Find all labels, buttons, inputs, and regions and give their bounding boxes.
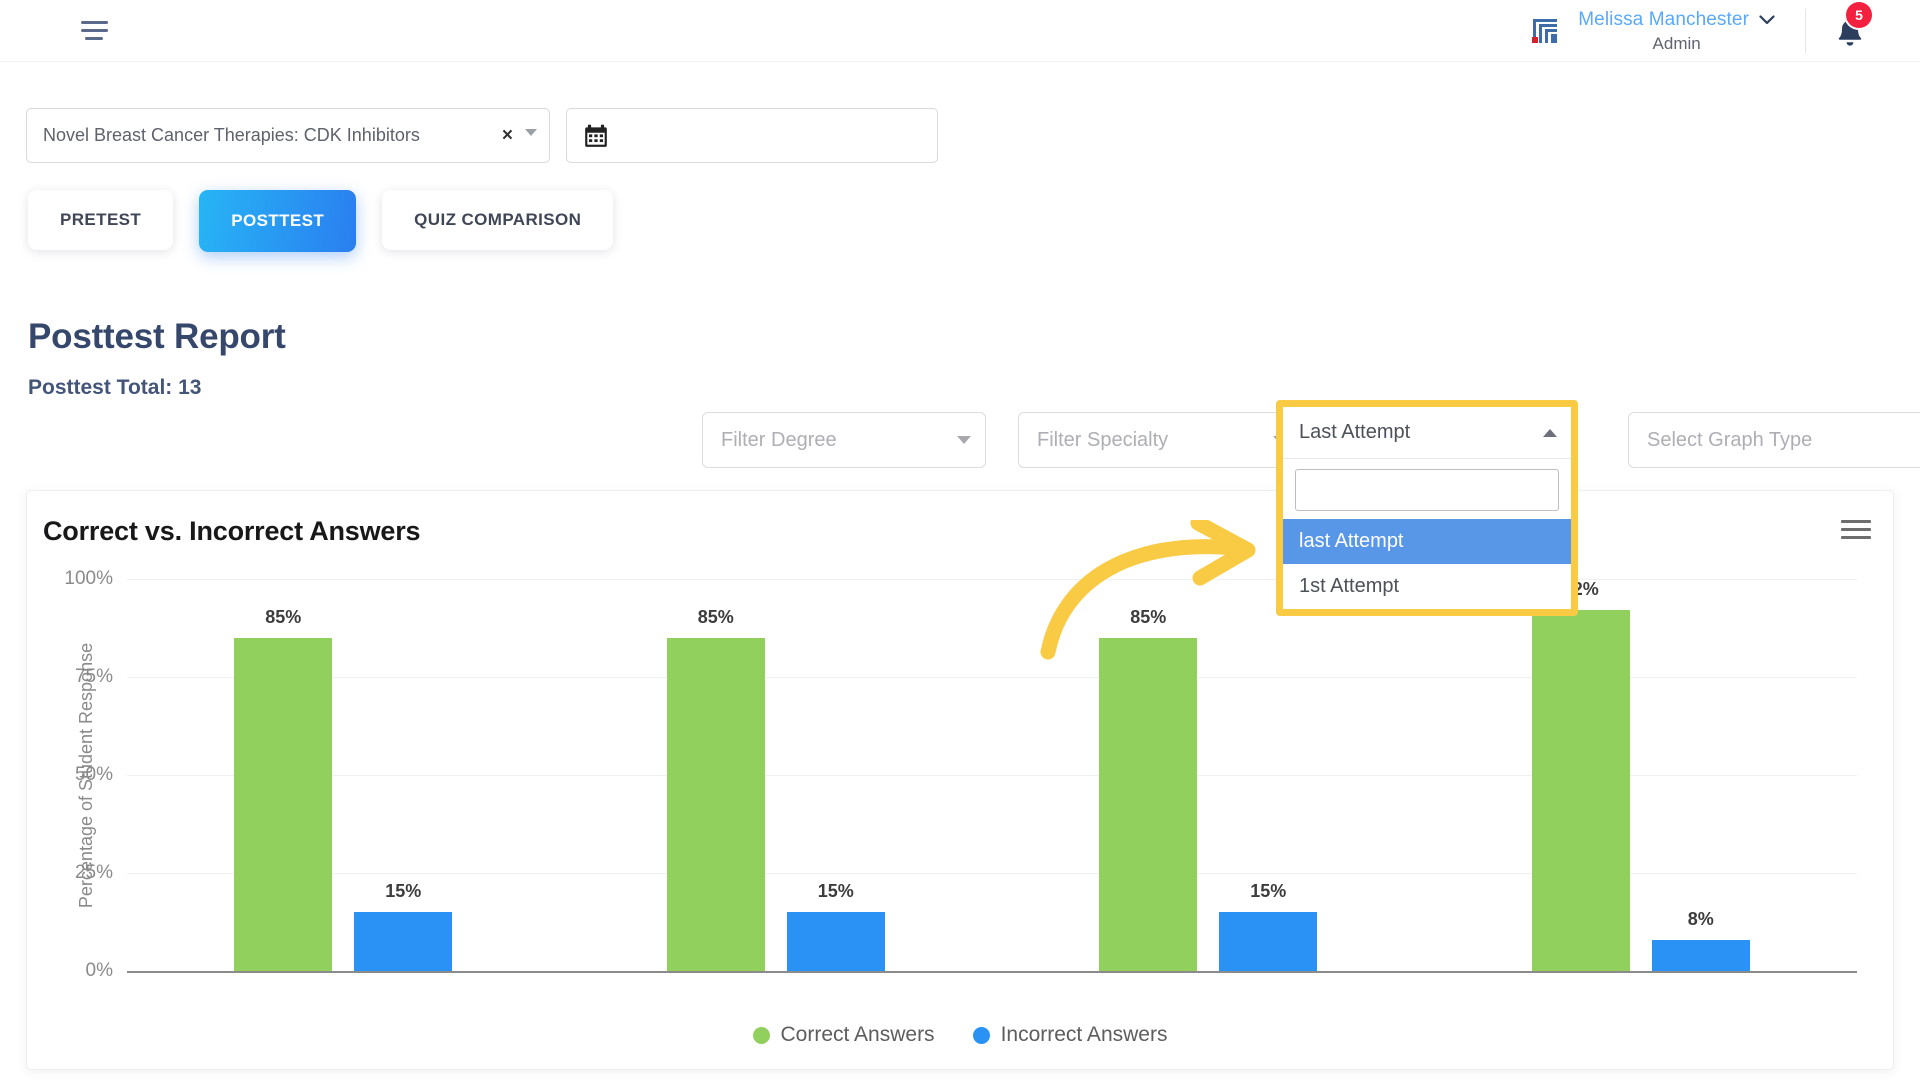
attempt-option-label: last Attempt xyxy=(1299,530,1404,552)
date-range-picker[interactable] xyxy=(566,108,938,163)
legend-color-swatch xyxy=(752,1026,770,1044)
filter-specialty-placeholder: Filter Specialty xyxy=(1037,428,1169,451)
course-select-value: Novel Breast Cancer Therapies: CDK Inhib… xyxy=(43,125,420,145)
bar-q1-correct[interactable] xyxy=(234,637,333,971)
filter-degree-select[interactable]: Filter Degree xyxy=(702,412,986,468)
filter-degree-placeholder: Filter Degree xyxy=(721,428,837,451)
legend-color-swatch xyxy=(972,1026,990,1044)
user-menu[interactable]: Melissa Manchester Admin xyxy=(1578,8,1779,54)
page-title: Posttest Report xyxy=(28,317,286,356)
top-filter-row: Novel Breast Cancer Therapies: CDK Inhib… xyxy=(26,108,938,163)
select-graph-type[interactable]: Select Graph Type xyxy=(1628,412,1920,468)
bar-q4-incorrect[interactable] xyxy=(1651,939,1750,971)
bar-q2-correct[interactable] xyxy=(666,637,765,971)
legend-item-correct[interactable]: Correct Answers xyxy=(752,1023,935,1047)
attempt-filter-toggle[interactable]: Last Attempt xyxy=(1283,407,1571,459)
legend-label: Correct Answers xyxy=(780,1023,935,1046)
hamburger-bar xyxy=(85,36,103,40)
bar-value-label: 85% xyxy=(1130,606,1167,627)
bar-value-label: 8% xyxy=(1687,908,1714,929)
top-bar-divider xyxy=(1805,9,1806,53)
chevron-down-icon[interactable] xyxy=(525,128,537,136)
x-axis-line xyxy=(127,971,1857,973)
chart-card: Correct vs. Incorrect Answers Percentage… xyxy=(26,490,1894,1080)
report-tabs: PRETEST POSTTEST QUIZ COMPARISON xyxy=(28,190,614,252)
legend-label: Incorrect Answers xyxy=(1000,1023,1168,1046)
top-bar-right: Melissa Manchester Admin 5 xyxy=(1530,0,1920,62)
chart-menu-icon[interactable] xyxy=(1841,520,1871,539)
top-bar: Melissa Manchester Admin 5 xyxy=(0,0,1920,62)
bar-value-label: 85% xyxy=(697,606,734,627)
bar-q4-correct[interactable] xyxy=(1531,610,1630,971)
y-axis-tick: 75% xyxy=(74,666,113,687)
brand-logo-icon xyxy=(1532,19,1558,43)
hamburger-bar xyxy=(80,20,108,24)
chevron-down-icon xyxy=(957,436,971,444)
bar-value-label: 15% xyxy=(817,881,854,902)
attempt-filter-value: Last Attempt xyxy=(1299,421,1411,443)
chart-legend: Correct Answers Incorrect Answers xyxy=(27,1023,1893,1047)
attempt-option-label: 1st Attempt xyxy=(1299,575,1400,597)
user-role: Admin xyxy=(1652,33,1701,53)
y-axis-tick: 0% xyxy=(85,960,113,981)
tab-pretest[interactable]: PRETEST xyxy=(28,190,174,250)
y-axis-tick: 25% xyxy=(74,862,113,883)
bar-q1-incorrect[interactable] xyxy=(354,912,453,971)
tab-label: PRETEST xyxy=(60,210,142,229)
user-name-row: Melissa Manchester xyxy=(1578,8,1775,32)
attempt-option-first[interactable]: 1st Attempt xyxy=(1283,564,1571,609)
bar-q2-incorrect[interactable] xyxy=(786,912,885,971)
tab-label: POSTTEST xyxy=(231,211,325,230)
notification-badge: 5 xyxy=(1846,2,1872,28)
filter-specialty-select[interactable]: Filter Specialty xyxy=(1018,412,1302,468)
tab-label: QUIZ COMPARISON xyxy=(414,210,582,229)
course-select[interactable]: Novel Breast Cancer Therapies: CDK Inhib… xyxy=(26,108,550,163)
chart-plot-area: 0%25%50%75%100%85%15%Q185%15%Q285%15%Q39… xyxy=(64,568,1857,1080)
legend-item-incorrect[interactable]: Incorrect Answers xyxy=(972,1023,1168,1047)
chevron-down-icon[interactable] xyxy=(1759,15,1775,25)
y-axis-tick: 100% xyxy=(64,568,113,589)
chart-menu-bar xyxy=(1841,520,1871,523)
graph-type-placeholder: Select Graph Type xyxy=(1647,428,1813,451)
user-name: Melissa Manchester xyxy=(1578,9,1749,30)
calendar-icon xyxy=(585,124,607,147)
attempt-option-last[interactable]: last Attempt xyxy=(1283,519,1571,564)
tab-posttest[interactable]: POSTTEST xyxy=(199,190,357,252)
bar-q3-incorrect[interactable] xyxy=(1219,912,1318,971)
bar-value-label: 85% xyxy=(265,606,302,627)
y-axis-tick: 50% xyxy=(74,764,113,785)
attempt-filter-dropdown[interactable]: Last Attempt last Attempt 1st Attempt xyxy=(1276,400,1578,616)
chart-menu-bar xyxy=(1841,528,1871,531)
hamburger-bar xyxy=(80,28,108,32)
chart-menu-bar xyxy=(1841,536,1871,539)
app-page: Melissa Manchester Admin 5 Novel Breast … xyxy=(0,0,1920,1080)
bar-value-label: 15% xyxy=(1250,881,1287,902)
attempt-search-input[interactable] xyxy=(1295,469,1559,511)
report-total: Posttest Total: 13 xyxy=(28,376,202,399)
notifications-button[interactable]: 5 xyxy=(1828,2,1874,54)
chevron-up-icon xyxy=(1543,428,1557,437)
hamburger-icon[interactable] xyxy=(77,13,111,47)
clear-course-icon[interactable]: × xyxy=(492,126,523,145)
tab-quiz-comparison[interactable]: QUIZ COMPARISON xyxy=(382,190,614,250)
chart-title: Correct vs. Incorrect Answers xyxy=(43,516,421,546)
bar-value-label: 15% xyxy=(385,881,422,902)
bar-q3-correct[interactable] xyxy=(1099,637,1198,971)
